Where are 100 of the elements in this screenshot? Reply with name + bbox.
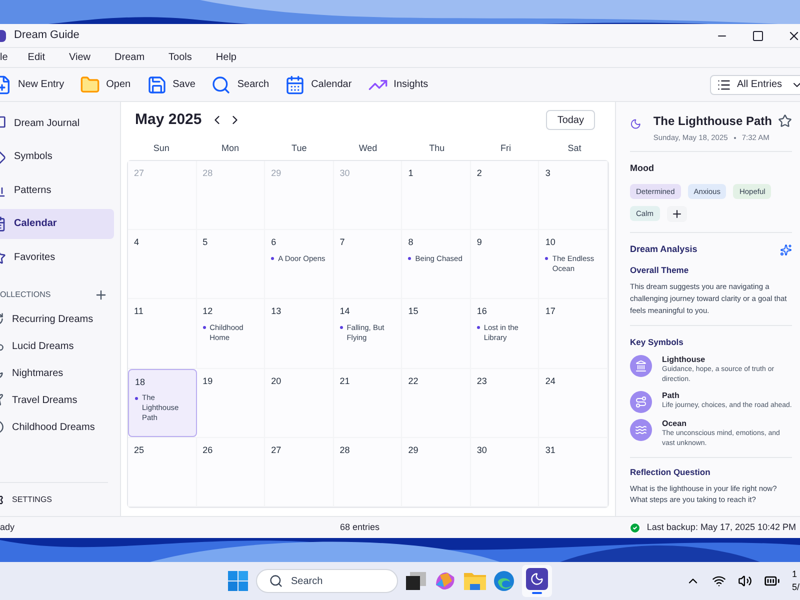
- copilot-icon[interactable]: [434, 571, 456, 591]
- day-number: 29: [408, 444, 420, 457]
- add-icon[interactable]: [94, 288, 108, 302]
- day-number: 12: [202, 305, 214, 318]
- collection-item[interactable]: Nightmares: [0, 360, 120, 386]
- settings-button[interactable]: SETTINGS: [0, 492, 52, 506]
- check-icon: [628, 522, 641, 534]
- filter-dropdown[interactable]: All Entries: [710, 74, 800, 94]
- dream-app-taskbar-button[interactable]: [522, 565, 552, 597]
- menu-item[interactable]: View: [65, 50, 95, 65]
- nav-item[interactable]: Favorites: [0, 242, 114, 272]
- weekday-label: Wed: [358, 142, 378, 156]
- volume-icon[interactable]: [738, 574, 752, 588]
- day-number: 1: [408, 167, 414, 180]
- dream-title: The Lighthouse Path: [653, 113, 772, 130]
- symbol-name: Ocean: [662, 418, 688, 429]
- clock-text[interactable]: 1: [792, 568, 800, 581]
- collection-item[interactable]: Travel Dreams: [0, 386, 120, 414]
- day-number: 2: [476, 167, 483, 180]
- toolbar-button[interactable]: Insights: [368, 74, 428, 94]
- day-number: 30: [476, 444, 488, 457]
- toolbar-button[interactable]: Calendar: [285, 74, 352, 94]
- day-number: 5: [202, 236, 209, 250]
- weekday-label: Sat: [566, 142, 582, 156]
- section-heading: Key Symbols: [630, 336, 684, 349]
- day-cell[interactable]: 26: [196, 438, 266, 506]
- day-number: 14: [340, 305, 351, 318]
- symbol-name: Path: [662, 390, 680, 401]
- toolbar-button[interactable]: Search: [211, 74, 270, 94]
- menu-item[interactable]: Help: [212, 50, 240, 65]
- day-number: 28: [202, 167, 214, 180]
- weekday-label: Tue: [290, 142, 308, 156]
- day-number: 9: [476, 236, 483, 250]
- maximize-icon: [752, 30, 764, 42]
- day-number: 31: [545, 444, 556, 457]
- status-text: ady: [0, 520, 16, 534]
- day-number: 24: [545, 374, 556, 388]
- section-heading: Reflection Question: [630, 466, 712, 478]
- clock-text[interactable]: 5/: [792, 581, 800, 594]
- menu-item[interactable]: Edit: [24, 50, 50, 65]
- menu-item[interactable]: Tools: [164, 50, 196, 65]
- day-cell[interactable]: 25: [128, 438, 197, 506]
- toolbar-button[interactable]: New Entry: [0, 74, 64, 94]
- weekday-label: Fri: [499, 142, 512, 156]
- browser-icon[interactable]: [494, 571, 514, 591]
- add-mood-button[interactable]: [666, 206, 687, 222]
- day-cell[interactable]: 7: [334, 230, 402, 298]
- folder-icon[interactable]: [464, 572, 486, 590]
- day-number: 28: [340, 444, 351, 457]
- day-number: 26: [202, 444, 214, 457]
- weekday-label: Thu: [428, 142, 446, 156]
- day-number: 8: [408, 236, 414, 250]
- menu-item[interactable]: Dream: [110, 50, 149, 65]
- toolbar-button[interactable]: Save: [146, 74, 196, 94]
- collection-item[interactable]: Lucid Dreams: [0, 332, 120, 360]
- weekday-label: Sun: [152, 142, 170, 156]
- collection-item[interactable]: Childhood Dreams: [0, 414, 120, 440]
- day-number: 25: [134, 444, 146, 457]
- day-cell[interactable]: 19: [196, 368, 266, 437]
- nav-item[interactable]: Patterns: [0, 175, 114, 205]
- day-number: 7: [340, 236, 346, 250]
- taskbar-search-field[interactable]: Search: [256, 569, 398, 593]
- day-number: 17: [545, 305, 556, 318]
- nav-item[interactable]: Dream Journal: [0, 108, 114, 138]
- add-icon: [670, 208, 683, 220]
- path-icon: [635, 396, 647, 408]
- menu-item[interactable]: le: [0, 50, 8, 65]
- day-number: 21: [340, 374, 351, 388]
- day-number: 30: [340, 167, 351, 180]
- collection-item[interactable]: Recurring Dreams: [0, 306, 120, 332]
- day-number: 19: [202, 374, 214, 388]
- month-title: May 2025: [135, 110, 202, 130]
- day-number: 29: [271, 167, 282, 180]
- day-number: 3: [545, 167, 552, 180]
- today-button[interactable]: Today: [546, 110, 595, 130]
- toolbar-button[interactable]: Open: [80, 74, 131, 94]
- task-view-icon[interactable]: [406, 572, 426, 590]
- section-heading: OLLECTIONS: [0, 288, 51, 300]
- day-cell[interactable]: 28: [334, 438, 402, 506]
- save-icon: [146, 74, 167, 94]
- day-number: 16: [476, 305, 488, 318]
- wave-icon: [635, 424, 647, 436]
- nav-item[interactable]: Calendar: [0, 208, 114, 238]
- day-cell[interactable]: 21: [334, 368, 402, 437]
- day-cell[interactable]: 5: [196, 230, 266, 298]
- search-icon: [211, 74, 232, 94]
- symbol-name: Lighthouse: [662, 354, 706, 365]
- day-number: 10: [545, 236, 556, 250]
- window-title: Dream Guide: [14, 28, 80, 44]
- backup-status: Last backup: May 17, 2025 10:42 PM: [646, 520, 796, 534]
- sparkle-icon[interactable]: [780, 244, 792, 256]
- nav-item[interactable]: Symbols: [0, 142, 114, 172]
- wifi-icon[interactable]: [712, 574, 726, 588]
- calendar-icon: [285, 74, 306, 94]
- day-number: 13: [271, 305, 282, 318]
- start-icon[interactable]: [228, 571, 248, 591]
- day-number: 23: [476, 374, 488, 388]
- day-number: 11: [134, 305, 144, 318]
- folder-icon: [80, 74, 100, 94]
- day-number: 18: [135, 376, 146, 389]
